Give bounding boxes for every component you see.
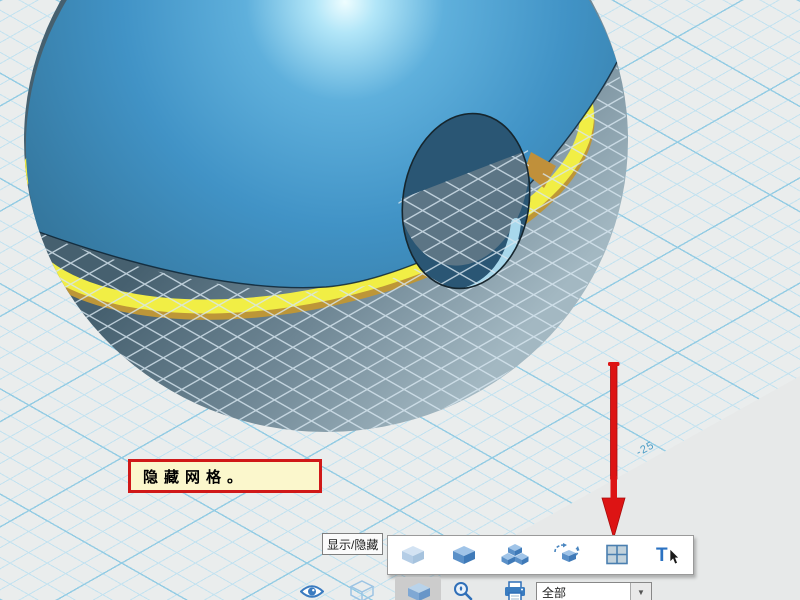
toggle-solid-button[interactable] xyxy=(447,540,481,570)
tooltip: 显示/隐藏 xyxy=(322,533,383,555)
cube-solid-icon xyxy=(451,544,477,566)
toggle-groups-button[interactable] xyxy=(498,540,532,570)
filter-dropdown[interactable]: 全部 ▼ xyxy=(536,582,652,600)
magnifier-icon[interactable] xyxy=(452,581,474,600)
filter-dropdown-value: 全部 xyxy=(537,583,630,600)
sphere-model[interactable] xyxy=(0,0,800,600)
dropdown-arrow-icon[interactable]: ▼ xyxy=(630,583,651,600)
grid-panes-icon xyxy=(604,543,630,567)
red-arrow xyxy=(594,358,634,543)
cube-translucent-icon xyxy=(400,544,426,566)
tooltip-text: 显示/隐藏 xyxy=(327,536,378,553)
callout-box: 隐藏网格。 xyxy=(128,459,322,493)
toggle-grid-button[interactable] xyxy=(600,540,634,570)
solid-cube-icon[interactable] xyxy=(406,581,432,600)
toggle-translucent-solid-button[interactable] xyxy=(396,540,430,570)
wireframe-cube-icon[interactable] xyxy=(349,580,375,600)
show-hide-toolbar: T xyxy=(387,535,694,575)
svg-text:T: T xyxy=(656,545,668,566)
toggle-gizmo-button[interactable] xyxy=(549,540,583,570)
text-cursor-icon: T xyxy=(654,543,682,567)
cad-viewport: -25 隐藏网格。 显示/隐藏 xyxy=(0,0,800,600)
cubes-group-icon xyxy=(501,543,529,567)
cube-move-icon xyxy=(552,543,580,567)
eye-icon[interactable] xyxy=(300,583,324,600)
toggle-text-button[interactable]: T xyxy=(651,540,685,570)
printer-icon[interactable] xyxy=(503,581,527,600)
callout-text: 隐藏网格。 xyxy=(143,466,248,487)
